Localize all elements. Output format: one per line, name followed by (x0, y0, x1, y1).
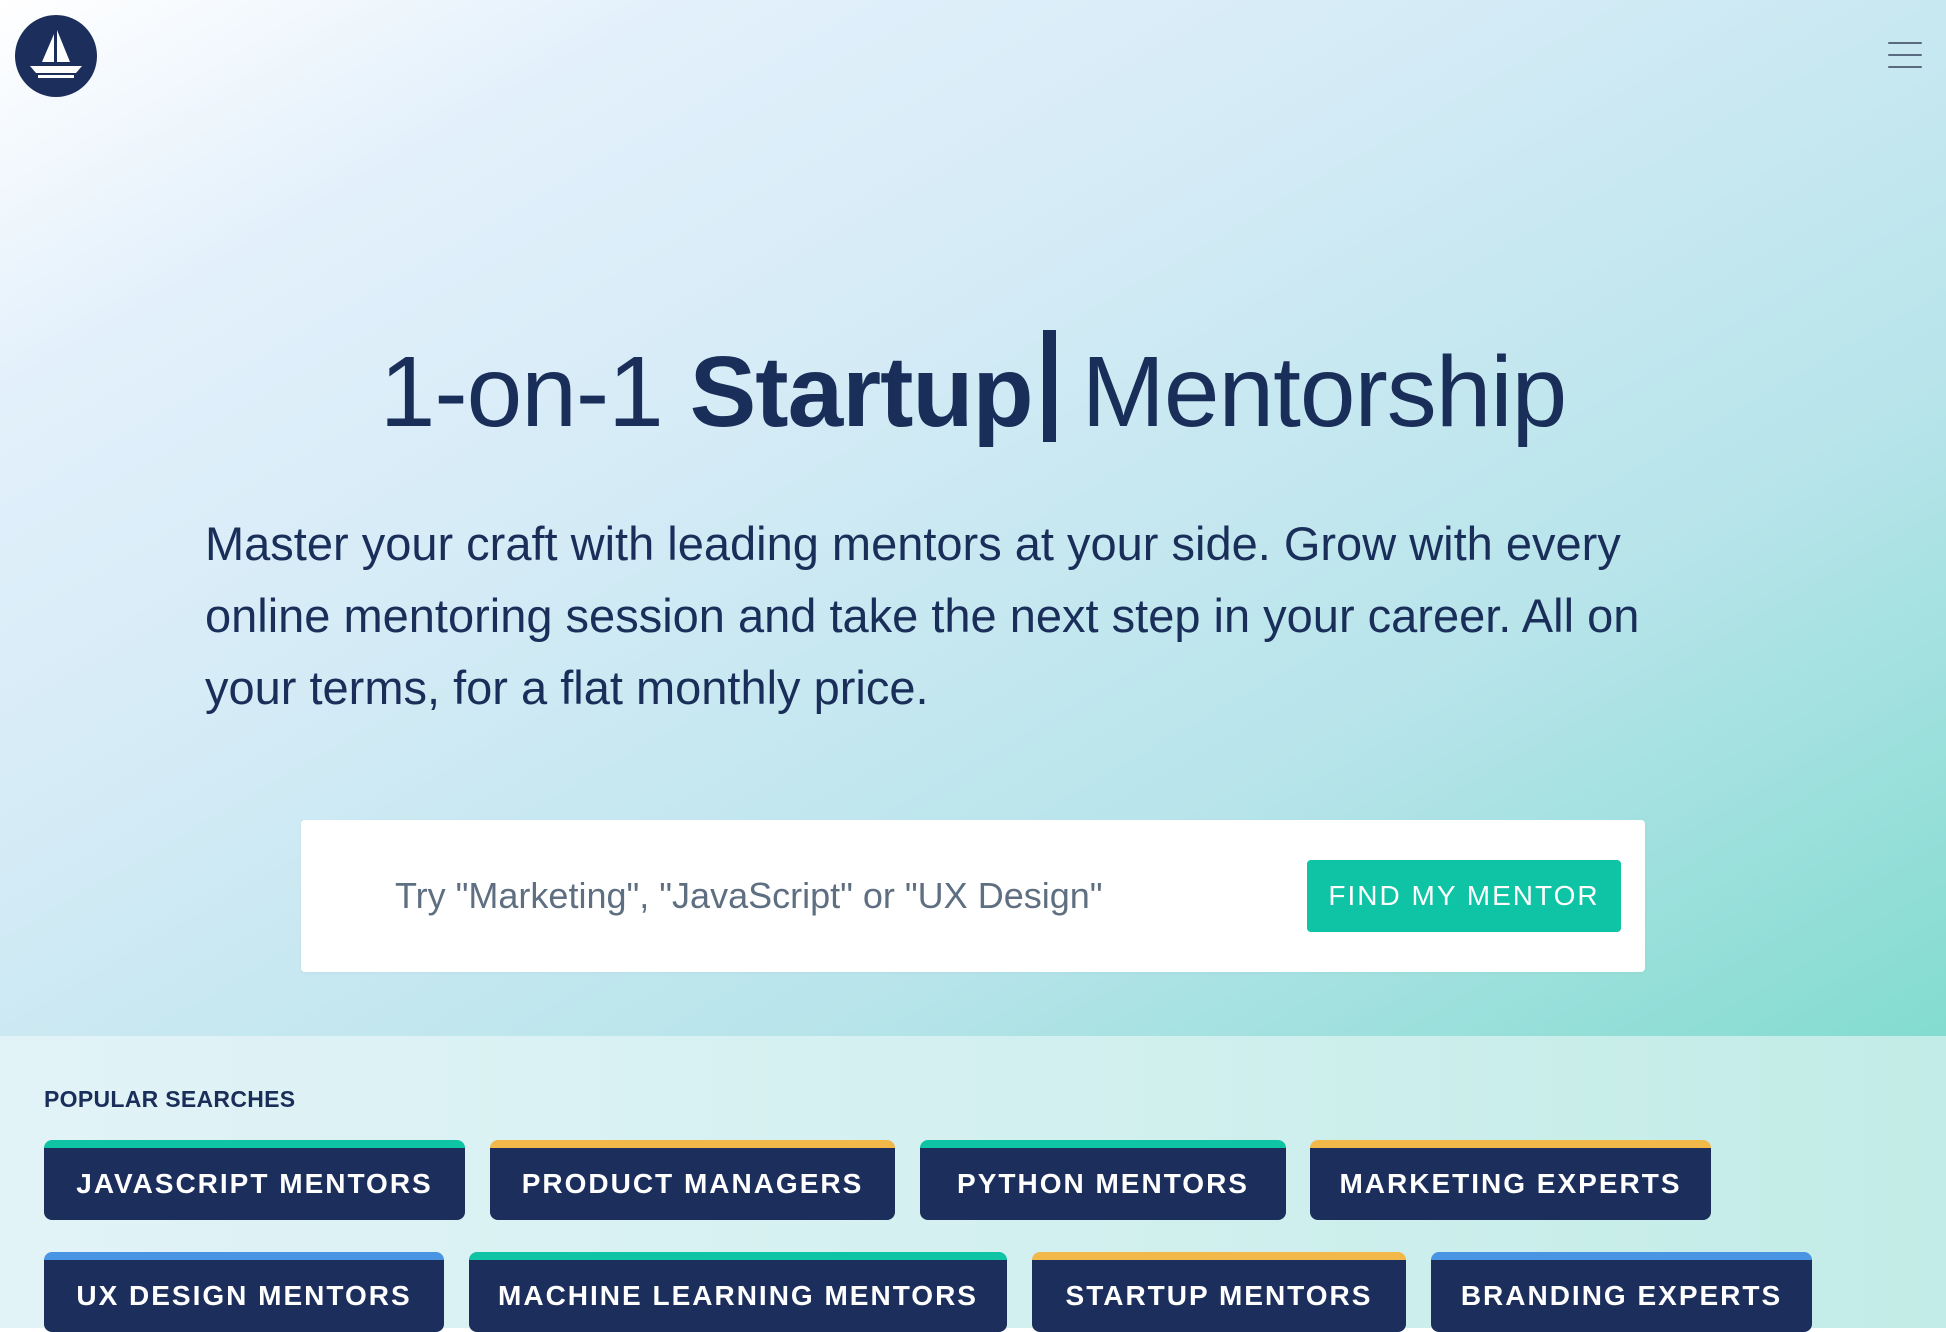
tag-branding-experts[interactable]: BRANDING EXPERTS (1431, 1252, 1812, 1332)
tag-marketing-experts[interactable]: MARKETING EXPERTS (1310, 1140, 1711, 1220)
menu-line (1888, 42, 1922, 44)
hero-headline: 1-on-1 Startup Mentorship (0, 330, 1946, 452)
hero-section: 1-on-1 Startup Mentorship Master your cra… (0, 0, 1946, 1036)
tag-machine-learning-mentors[interactable]: MACHINE LEARNING MENTORS (469, 1252, 1007, 1332)
find-my-mentor-button[interactable]: FIND MY MENTOR (1307, 860, 1621, 932)
tag-startup-mentors[interactable]: STARTUP MENTORS (1032, 1252, 1406, 1332)
headline-prefix: 1-on-1 (379, 336, 664, 448)
tag-product-managers[interactable]: PRODUCT MANAGERS (490, 1140, 895, 1220)
menu-line (1888, 54, 1922, 56)
hamburger-menu-icon[interactable] (1888, 42, 1922, 68)
hero-subtitle: Master your craft with leading mentors a… (205, 517, 1640, 714)
mentor-search-form: FIND MY MENTOR (301, 820, 1645, 972)
home-logo-link[interactable] (15, 15, 97, 97)
mentor-search-input[interactable] (395, 858, 1275, 934)
tag-python-mentors[interactable]: PYTHON MENTORS (920, 1140, 1286, 1220)
menu-line (1888, 66, 1922, 68)
typing-cursor (1042, 330, 1056, 442)
tag-ux-design-mentors[interactable]: UX DESIGN MENTORS (44, 1252, 444, 1332)
headline-keyword: Startup (689, 336, 1034, 448)
popular-searches-title: POPULAR SEARCHES (44, 1086, 296, 1112)
tag-javascript-mentors[interactable]: JAVASCRIPT MENTORS (44, 1140, 465, 1220)
sailboat-icon (30, 30, 82, 78)
popular-searches-section: POPULAR SEARCHES JAVASCRIPT MENTORS PROD… (0, 1036, 1946, 1332)
headline-suffix: Mentorship (1081, 336, 1568, 448)
